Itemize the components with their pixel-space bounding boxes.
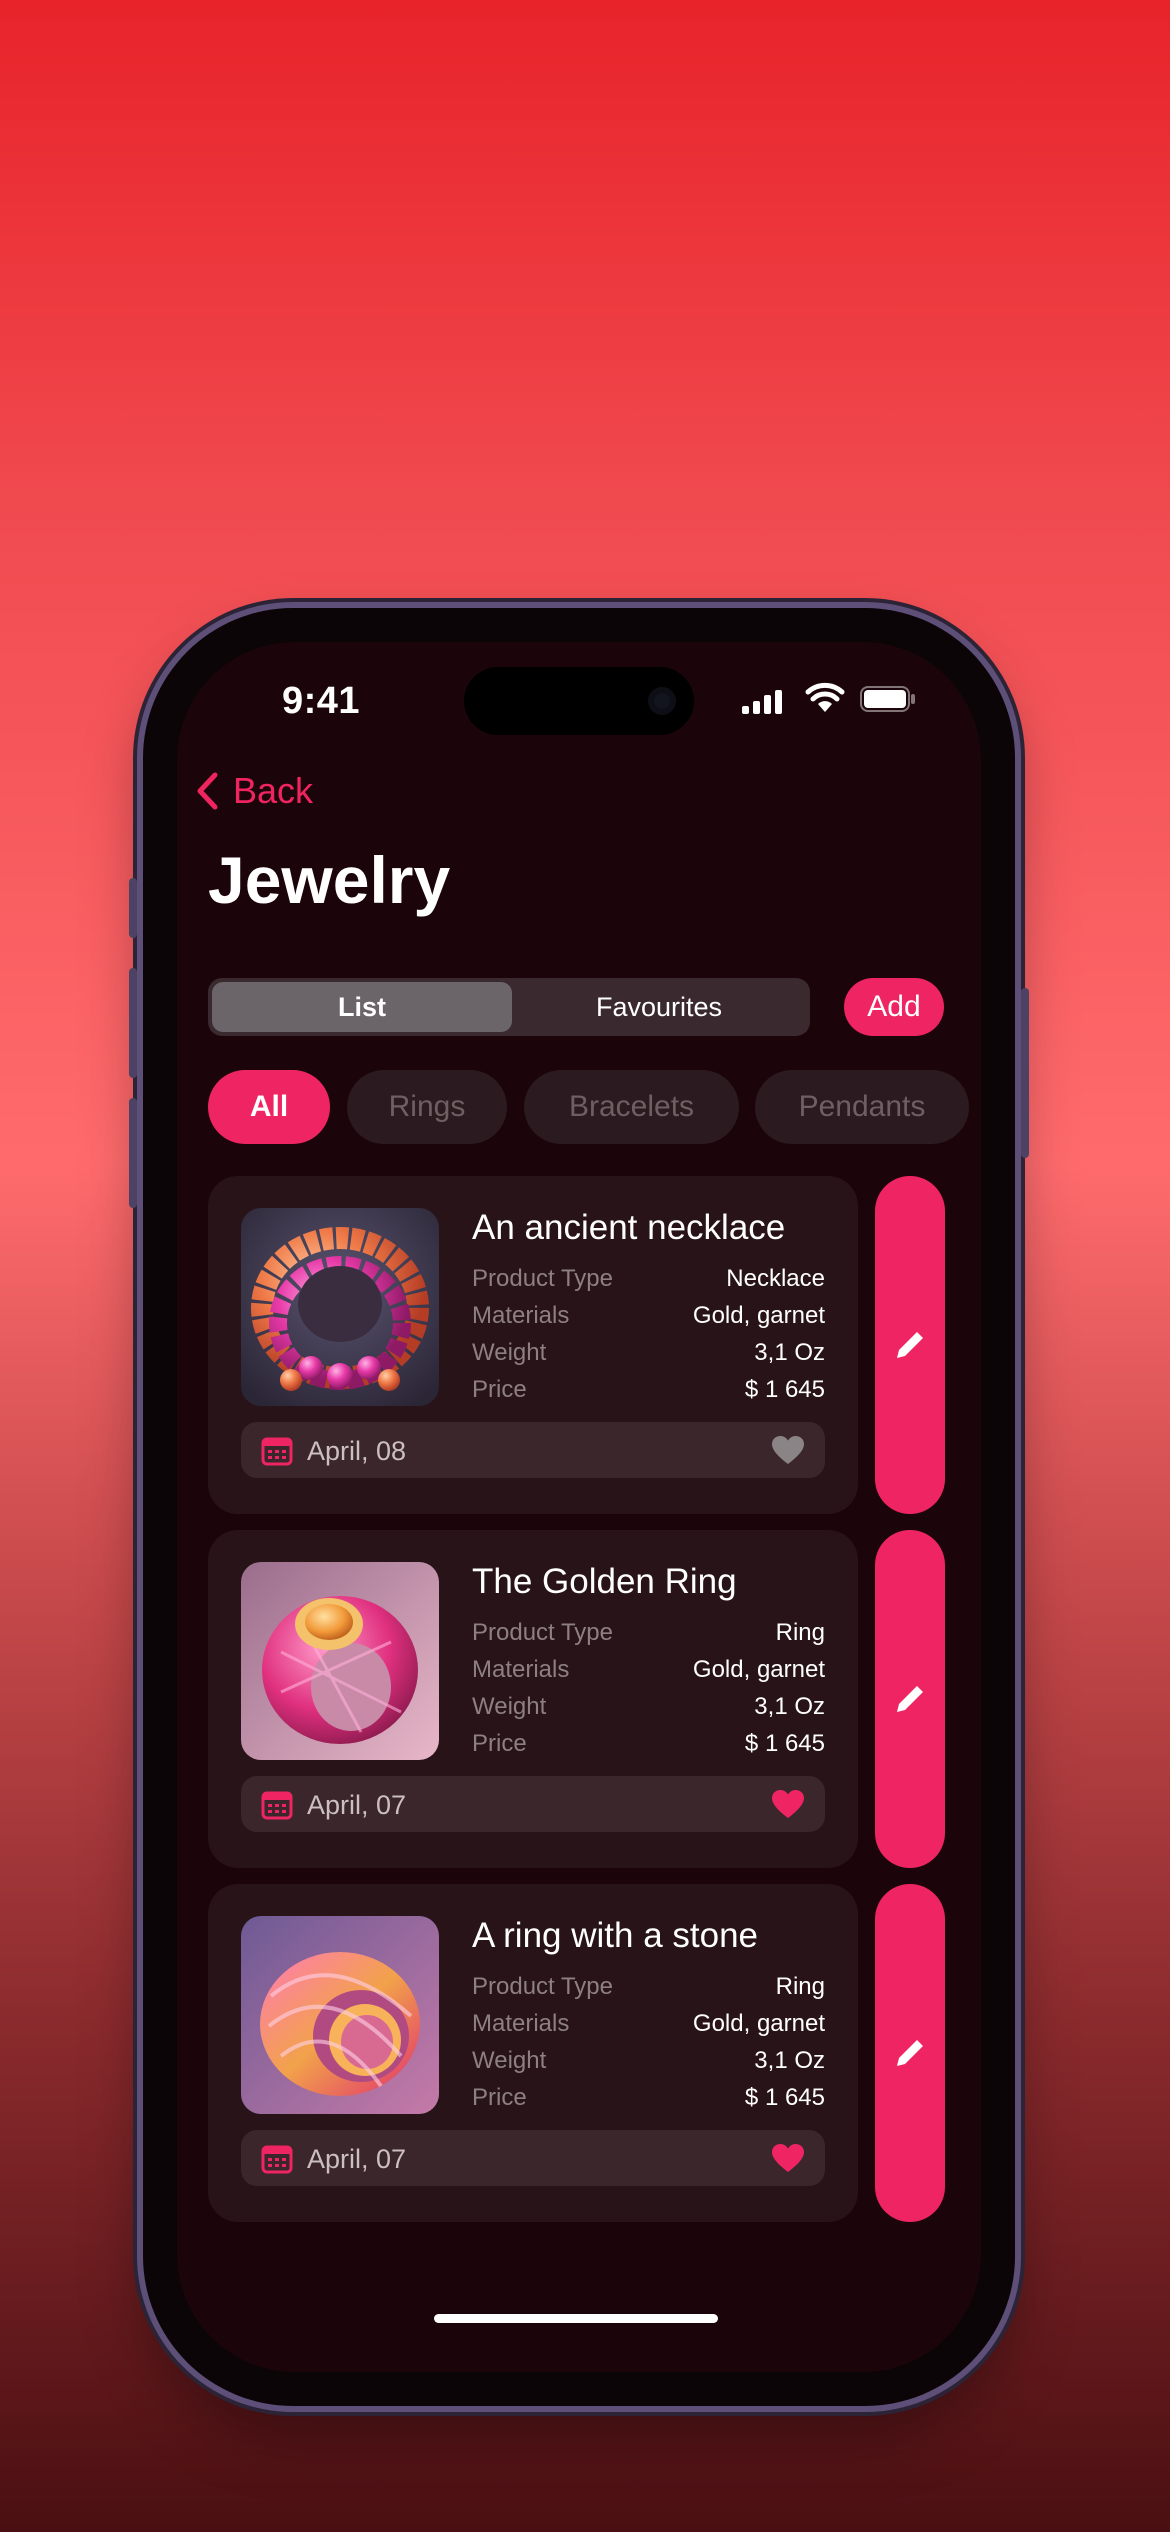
product-type-row: Product Type Necklace	[472, 1265, 825, 1293]
field-label: Weight	[472, 1339, 547, 1366]
edit-button[interactable]	[875, 1176, 945, 1514]
product-type-value: Necklace	[726, 1265, 825, 1292]
dynamic-island	[464, 667, 694, 735]
volume-up-button	[129, 968, 137, 1078]
field-label: Price	[472, 1376, 527, 1403]
product-name: An ancient necklace	[472, 1208, 786, 1247]
phone-frame: 9:41 Back Jewelry List Favourites Add Al…	[129, 608, 1029, 2406]
field-label: Price	[472, 1730, 527, 1757]
signal-icon	[742, 690, 782, 714]
pencil-icon	[897, 1332, 923, 1358]
field-label: Materials	[472, 1656, 570, 1683]
action-button	[129, 878, 137, 938]
product-type-row: Product Type Ring	[472, 1619, 825, 1647]
date-label: April, 08	[307, 1436, 407, 1466]
materials-row: Materials Gold, garnet	[472, 1302, 825, 1330]
battery-icon	[860, 686, 915, 712]
weight-row: Weight 3,1 Oz	[472, 2047, 825, 2075]
heart-icon[interactable]	[771, 1789, 805, 1819]
date-bar: April, 08	[241, 1422, 825, 1478]
filter-chip-rings[interactable]: Rings	[347, 1070, 507, 1144]
weight-row: Weight 3,1 Oz	[472, 1339, 825, 1367]
product-type-value: Ring	[775, 1619, 825, 1646]
date-bar: April, 07	[241, 1776, 825, 1832]
filter-chip-pendants[interactable]: Pendants	[755, 1070, 969, 1144]
weight-value: 3,1 Oz	[754, 1693, 825, 1720]
calendar-icon	[261, 2145, 293, 2174]
wifi-icon	[805, 682, 845, 712]
materials-value: Gold, garnet	[692, 1656, 825, 1683]
price-value: $ 1 645	[744, 1730, 825, 1757]
field-label: Product Type	[472, 1973, 613, 2000]
materials-value: Gold, garnet	[692, 2010, 825, 2037]
pencil-icon	[897, 1686, 923, 1712]
product-name: A ring with a stone	[472, 1916, 758, 1955]
heart-icon[interactable]	[771, 2143, 805, 2173]
view-segmented-control: List Favourites	[208, 978, 810, 1036]
date-label: April, 07	[307, 2144, 407, 2174]
field-label: Materials	[472, 1302, 570, 1329]
volume-down-button	[129, 1098, 137, 1208]
status-bar: 9:41	[177, 642, 981, 752]
edit-button[interactable]	[875, 1530, 945, 1868]
heart-icon[interactable]	[771, 1435, 805, 1465]
weight-value: 3,1 Oz	[754, 2047, 825, 2074]
back-button[interactable]: Back	[195, 770, 313, 812]
materials-row: Materials Gold, garnet	[472, 2010, 825, 2038]
materials-row: Materials Gold, garnet	[472, 1656, 825, 1684]
segment-list[interactable]: List	[212, 982, 512, 1032]
field-label: Price	[472, 2084, 527, 2111]
field-label: Weight	[472, 2047, 547, 2074]
add-button[interactable]: Add	[844, 978, 944, 1036]
necklace-image	[241, 1208, 439, 1406]
ring-image	[241, 1562, 439, 1760]
screen: 9:41 Back Jewelry List Favourites Add Al…	[177, 642, 981, 2372]
product-card[interactable]: A ring with a stone Product Type Ring Mat…	[208, 1884, 858, 2222]
price-row: Price $ 1 645	[472, 2084, 825, 2112]
calendar-icon	[261, 1437, 293, 1466]
date-label: April, 07	[307, 1790, 407, 1820]
price-value: $ 1 645	[744, 1376, 825, 1403]
pencil-icon	[897, 2040, 923, 2066]
status-time: 9:41	[282, 680, 361, 722]
weight-row: Weight 3,1 Oz	[472, 1693, 825, 1721]
price-value: $ 1 645	[744, 2084, 825, 2111]
filter-chip-all[interactable]: All	[208, 1070, 330, 1144]
field-label: Product Type	[472, 1619, 613, 1646]
date-bar: April, 07	[241, 2130, 825, 2186]
edit-button[interactable]	[875, 1884, 945, 2222]
chevron-left-icon	[197, 772, 218, 810]
product-card[interactable]: An ancient necklace Product Type Necklace…	[208, 1176, 858, 1514]
segment-favourites[interactable]: Favourites	[512, 982, 806, 1032]
home-indicator[interactable]	[434, 2314, 718, 2323]
product-type-row: Product Type Ring	[472, 1973, 825, 2001]
product-type-value: Ring	[775, 1973, 825, 2000]
weight-value: 3,1 Oz	[754, 1339, 825, 1366]
back-label: Back	[233, 770, 314, 811]
page-title: Jewelry	[208, 843, 451, 917]
field-label: Materials	[472, 2010, 570, 2037]
materials-value: Gold, garnet	[692, 1302, 825, 1329]
product-name: The Golden Ring	[472, 1562, 737, 1601]
product-card[interactable]: The Golden Ring Product Type Ring Materia…	[208, 1530, 858, 1868]
field-label: Weight	[472, 1693, 547, 1720]
power-button	[1021, 988, 1029, 1158]
price-row: Price $ 1 645	[472, 1730, 825, 1758]
camera-icon	[648, 687, 676, 715]
price-row: Price $ 1 645	[472, 1376, 825, 1404]
ring-image	[241, 1916, 439, 2114]
calendar-icon	[261, 1791, 293, 1820]
filter-chip-bracelets[interactable]: Bracelets	[524, 1070, 739, 1144]
field-label: Product Type	[472, 1265, 613, 1292]
